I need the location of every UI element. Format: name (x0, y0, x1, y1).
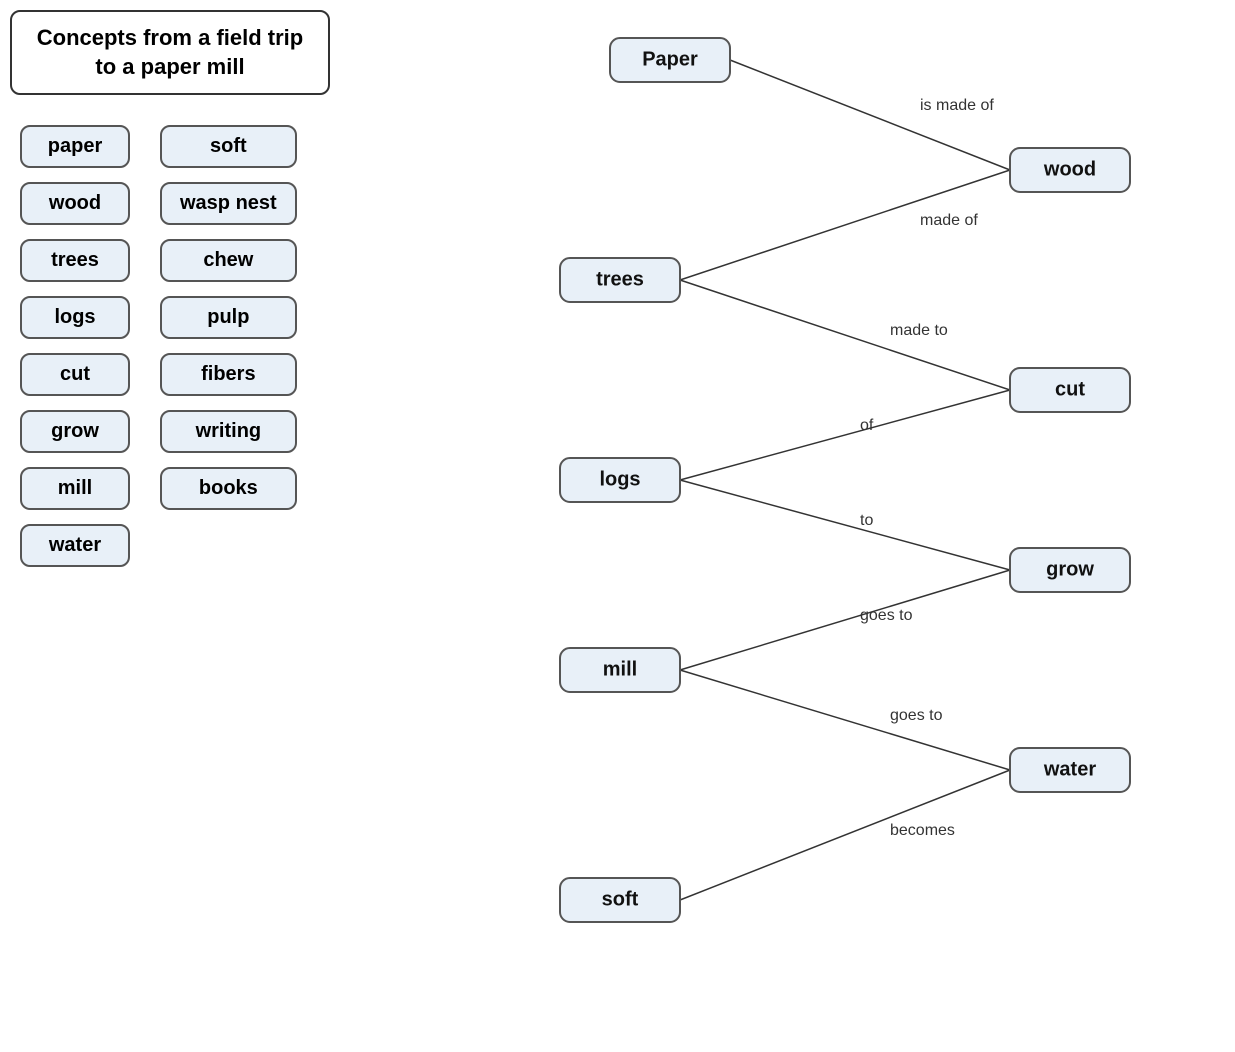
left-word-column: paper wood trees logs cut grow mill water (20, 125, 130, 567)
word-chip: pulp (160, 296, 297, 339)
concept-node: soft (560, 878, 680, 922)
word-chip: mill (20, 467, 130, 510)
word-chip: books (160, 467, 297, 510)
concept-node: mill (560, 648, 680, 692)
concept-map-svg: is made of made of made to of to goes to goes … (470, 10, 1220, 1040)
concept-node-label: water (1043, 758, 1096, 780)
concept-link-line (680, 570, 1010, 670)
word-chip: logs (20, 296, 130, 339)
right-word-column: soft wasp nest chew pulp fibers writing books (160, 125, 297, 567)
word-chip: writing (160, 410, 297, 453)
concept-node-label: mill (603, 658, 637, 680)
word-columns: paper wood trees logs cut grow mill water soft w… (20, 125, 450, 567)
concept-link-label: made of (920, 212, 978, 229)
title-text: Concepts from a field trip to a paper mi… (37, 25, 303, 79)
word-chip: water (20, 524, 130, 567)
concept-link-label: becomes (890, 822, 955, 839)
concept-node: water (1010, 748, 1130, 792)
concept-link-line (680, 480, 1010, 570)
concept-link-label: to (860, 512, 873, 529)
word-chip: chew (160, 239, 297, 282)
concept-node-label: cut (1055, 378, 1085, 400)
concept-node: cut (1010, 368, 1130, 412)
word-chip: cut (20, 353, 130, 396)
concept-link-line (730, 60, 1010, 170)
word-chip: wasp nest (160, 182, 297, 225)
concept-link-label: goes to (860, 607, 913, 624)
word-chip: soft (160, 125, 297, 168)
title-box: Concepts from a field trip to a paper mi… (10, 10, 330, 95)
word-chip: grow (20, 410, 130, 453)
concept-link-line (680, 770, 1010, 900)
word-chip: wood (20, 182, 130, 225)
concept-link-label: made to (890, 322, 948, 339)
concept-link-line (680, 670, 1010, 770)
word-chip: fibers (160, 353, 297, 396)
concept-link-label: is made of (920, 97, 994, 114)
concept-link-line (680, 390, 1010, 480)
concept-node: trees (560, 258, 680, 302)
word-chip: paper (20, 125, 130, 168)
concept-node: Paper (610, 38, 730, 82)
concept-map-panel: is made of made of made to of to goes to goes … (470, 10, 1220, 1040)
concept-link-label: of (860, 417, 874, 434)
concept-node: logs (560, 458, 680, 502)
concept-node-label: soft (602, 888, 639, 910)
left-panel: Concepts from a field trip to a paper mi… (10, 10, 450, 567)
concept-node-label: wood (1043, 158, 1096, 180)
concept-link-label: goes to (890, 707, 943, 724)
concept-node: grow (1010, 548, 1130, 592)
word-chip: trees (20, 239, 130, 282)
concept-node-label: grow (1046, 558, 1094, 580)
concept-node-label: Paper (642, 48, 698, 70)
concept-node: wood (1010, 148, 1130, 192)
concept-link-line (680, 280, 1010, 390)
concept-node-label: logs (599, 468, 640, 490)
concept-node-label: trees (596, 268, 644, 290)
